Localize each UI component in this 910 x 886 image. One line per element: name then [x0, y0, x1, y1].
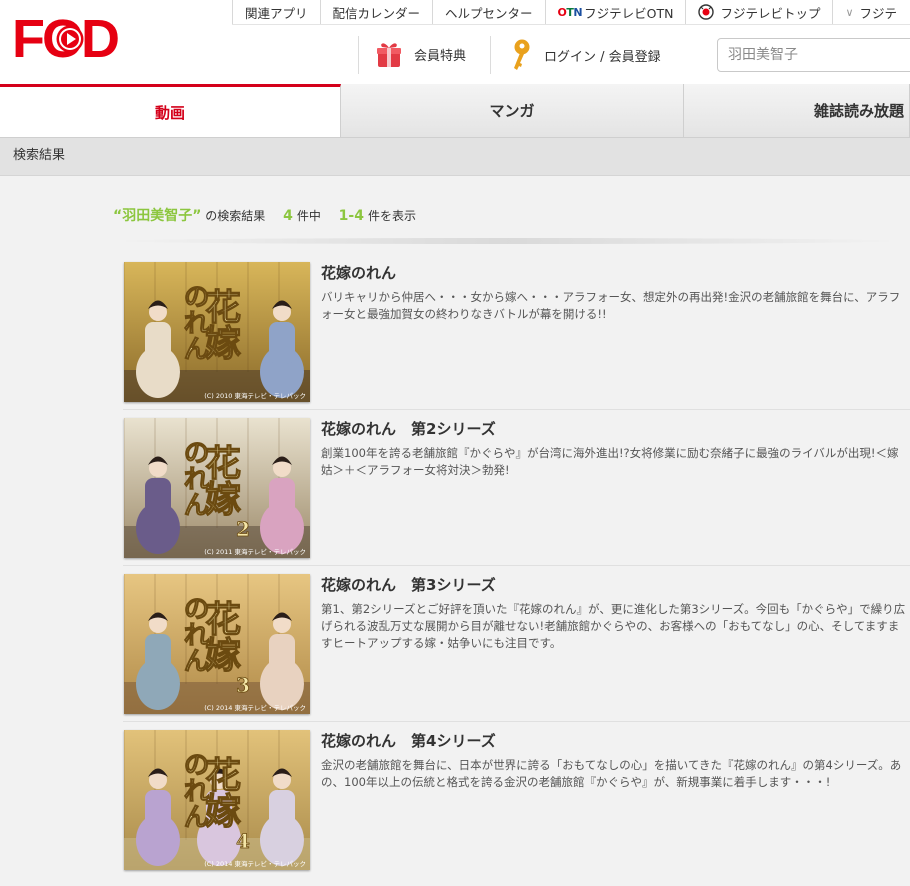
svg-text:のれん: のれん: [179, 283, 209, 361]
poster-art: 花嫁のれん(C) 2010 東海テレビ・テレパック: [124, 262, 310, 402]
svg-text:(C) 2014 東海テレビ・テレパック: (C) 2014 東海テレビ・テレパック: [204, 859, 306, 868]
gift-icon: [377, 43, 401, 67]
site-header: FOD 関連アプリ 配信カレンダー ヘルプセンター OTNフジテレビOTN フジ…: [0, 0, 910, 84]
tab-manga[interactable]: マンガ: [341, 84, 684, 137]
summary-divider: [113, 238, 903, 244]
key-icon: [514, 39, 530, 70]
top-nav-help[interactable]: ヘルプセンター: [432, 0, 545, 24]
result-total: 4: [283, 208, 293, 224]
result-item: 花嫁 のれん 3 (C) 2014 東海テレビ・テレパック 花嫁のれん 第3シリーズ …: [123, 574, 910, 730]
result-description: バリキャリから仲居へ・・・女から嫁へ・・・アラフォー女、想定外の再出発!金沢の老…: [321, 290, 901, 321]
svg-text:のれん: のれん: [179, 751, 209, 829]
result-title[interactable]: 花嫁のれん 第3シリーズ: [321, 574, 496, 595]
svg-text:のれん: のれん: [179, 439, 209, 517]
search-input[interactable]: 羽田美智子: [717, 38, 910, 72]
result-thumbnail[interactable]: 花嫁 のれん 2 (C) 2011 東海テレビ・テレパック: [124, 418, 310, 558]
poster-art: 花嫁のれん4(C) 2014 東海テレビ・テレパック: [124, 730, 310, 870]
fod-logo[interactable]: FOD: [12, 11, 132, 63]
result-item: 花嫁 のれん 2 (C) 2011 東海テレビ・テレパック 花嫁のれん 第2シリーズ …: [123, 418, 910, 574]
svg-text:3: 3: [236, 673, 250, 697]
svg-text:4: 4: [236, 829, 250, 853]
top-nav-apps[interactable]: 関連アプリ: [232, 0, 320, 24]
result-item: 花嫁 のれん (C) 2010 東海テレビ・テレパック 花嫁のれん バリキャリから仲…: [123, 262, 910, 418]
result-title[interactable]: 花嫁のれん 第2シリーズ: [321, 418, 496, 439]
poster-art: 花嫁のれん2(C) 2011 東海テレビ・テレパック: [124, 418, 310, 558]
svg-text:(C) 2010 東海テレビ・テレパック: (C) 2010 東海テレビ・テレパック: [204, 391, 306, 400]
result-title[interactable]: 花嫁のれん: [321, 262, 396, 283]
svg-text:2: 2: [236, 517, 250, 541]
result-thumbnail[interactable]: 花嫁 のれん 3 (C) 2014 東海テレビ・テレパック: [124, 574, 310, 714]
svg-text:のれん: のれん: [179, 595, 209, 673]
search-summary: “羽田美智子” の検索結果 4 件中 1-4 件を表示: [113, 208, 416, 224]
otn-icon: OTN: [557, 5, 583, 19]
result-thumbnail[interactable]: 花嫁 のれん (C) 2010 東海テレビ・テレパック: [124, 262, 310, 402]
result-description: 創業100年を誇る老舗旅館『かぐらや』が台湾に海外進出!?女将修業に励む奈緒子に…: [321, 446, 899, 477]
svg-text:(C) 2011 東海テレビ・テレパック: (C) 2011 東海テレビ・テレパック: [204, 547, 306, 556]
chevron-down-icon: ∨: [845, 5, 854, 19]
top-nav: 関連アプリ 配信カレンダー ヘルプセンター OTN フジテレビOTN フジテレビト…: [232, 0, 909, 24]
result-title[interactable]: 花嫁のれん 第4シリーズ: [321, 730, 496, 751]
tab-video[interactable]: 動画: [0, 84, 341, 137]
results-list: 花嫁 のれん (C) 2010 東海テレビ・テレパック 花嫁のれん バリキャリから仲…: [123, 262, 910, 886]
category-tabs: 動画 マンガ 雑誌読み放題: [0, 84, 910, 138]
svg-text:(C) 2014 東海テレビ・テレパック: (C) 2014 東海テレビ・テレパック: [204, 703, 306, 712]
top-nav-otn[interactable]: OTN フジテレビOTN: [544, 0, 686, 24]
tab-magazine[interactable]: 雑誌読み放題: [684, 84, 910, 137]
breadcrumb: 検索結果: [0, 138, 910, 176]
member-benefits-link[interactable]: 会員特典: [376, 40, 466, 68]
top-nav-fujitv-more[interactable]: ∨ フジテ: [832, 0, 909, 24]
login-link[interactable]: ログイン / 会員登録: [508, 38, 661, 72]
result-description: 金沢の老舗旅館を舞台に、日本が世界に誇る「おもてなしの心」を描いてきた『花嫁のれ…: [321, 758, 902, 789]
result-description: 第1、第2シリーズとご好評を頂いた『花嫁のれん』が、更に進化した第3シリーズ。今…: [321, 602, 906, 650]
fujitv-eye-icon: [698, 4, 715, 20]
top-nav-calendar[interactable]: 配信カレンダー: [319, 0, 433, 24]
result-range: 1-4: [338, 208, 364, 224]
poster-art: 花嫁のれん3(C) 2014 東海テレビ・テレパック: [124, 574, 310, 714]
result-thumbnail[interactable]: 花嫁 のれん 4 (C) 2014 東海テレビ・テレパック: [124, 730, 310, 870]
top-nav-fujitv-top[interactable]: フジテレビトップ: [685, 0, 832, 24]
result-item: 花嫁 のれん 4 (C) 2014 東海テレビ・テレパック 花嫁のれん 第4シリーズ …: [123, 730, 910, 886]
search-query: “羽田美智子”: [113, 208, 202, 224]
